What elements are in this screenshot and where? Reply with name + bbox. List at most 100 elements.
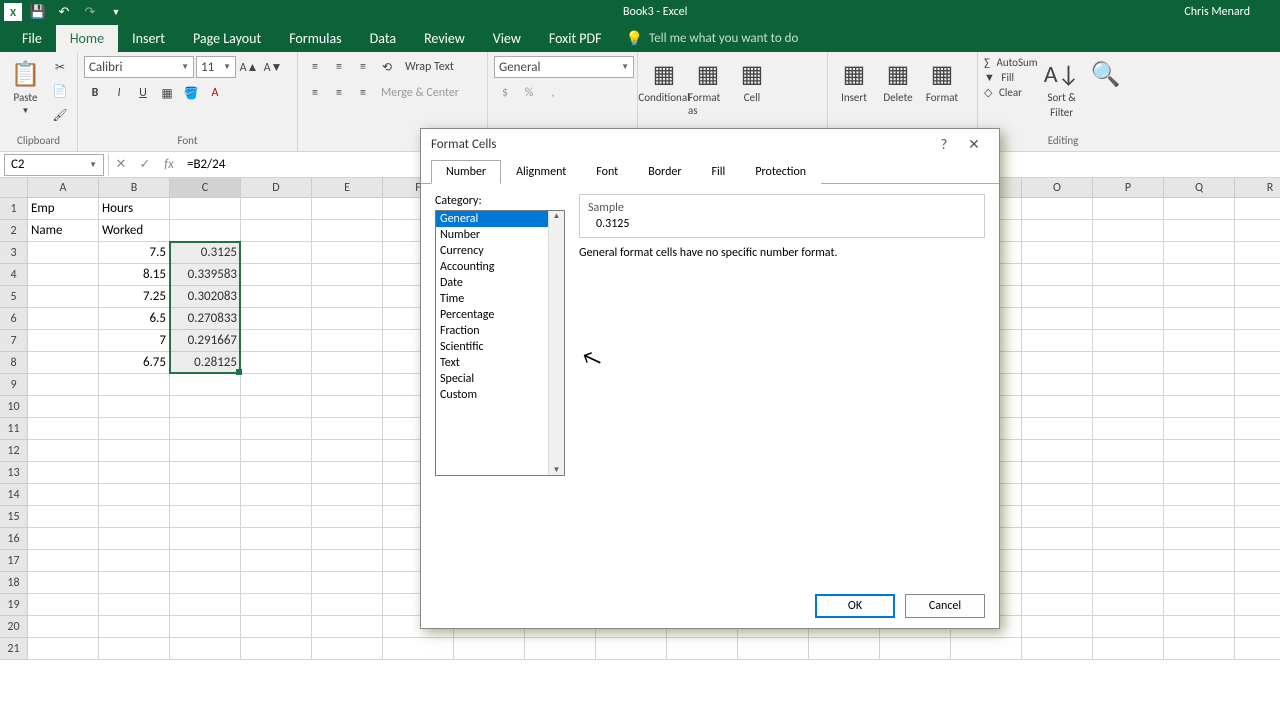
redo-icon[interactable]: ↷ [80, 2, 100, 22]
cell[interactable] [1022, 506, 1093, 528]
underline-button[interactable]: U [132, 82, 154, 104]
cell[interactable] [1235, 616, 1280, 638]
cell[interactable] [170, 616, 241, 638]
cell[interactable] [738, 638, 809, 660]
cell[interactable] [880, 638, 951, 660]
cell[interactable] [99, 528, 170, 550]
align-top-icon[interactable]: ≡ [304, 56, 326, 78]
dialog-titlebar[interactable]: Format Cells ? ✕ [421, 129, 999, 159]
currency-icon[interactable]: $ [494, 82, 516, 104]
category-item[interactable]: Text [436, 355, 564, 371]
cell[interactable] [1022, 638, 1093, 660]
cell[interactable] [1022, 528, 1093, 550]
delete-cells-button[interactable]: ▦Delete [878, 56, 918, 104]
row-header[interactable]: 5 [0, 286, 28, 308]
cell[interactable] [241, 198, 312, 220]
cell[interactable] [1093, 264, 1164, 286]
category-listbox[interactable]: GeneralNumberCurrencyAccountingDateTimeP… [435, 210, 565, 476]
cell[interactable] [1235, 462, 1280, 484]
cell[interactable]: 6.75 [99, 352, 170, 374]
cell[interactable]: Worked [99, 220, 170, 242]
cell[interactable]: 0.3125 [170, 242, 241, 264]
cell[interactable] [241, 242, 312, 264]
cell[interactable] [312, 550, 383, 572]
cell[interactable] [312, 616, 383, 638]
qat-customize-icon[interactable]: ▼ [106, 2, 126, 22]
cell[interactable] [1022, 572, 1093, 594]
cell[interactable] [1235, 198, 1280, 220]
cell[interactable] [1235, 264, 1280, 286]
cell[interactable] [1235, 396, 1280, 418]
italic-button[interactable]: I [108, 82, 130, 104]
cell[interactable] [1164, 286, 1235, 308]
name-box[interactable]: C2▼ [4, 154, 104, 176]
category-item[interactable]: Currency [436, 243, 564, 259]
cell[interactable] [312, 308, 383, 330]
cell[interactable] [1164, 330, 1235, 352]
cell[interactable] [1022, 220, 1093, 242]
cell[interactable] [1093, 506, 1164, 528]
cell[interactable] [1235, 638, 1280, 660]
cell[interactable] [28, 264, 99, 286]
cell[interactable] [241, 484, 312, 506]
scroll-up-icon[interactable]: ▲ [553, 211, 561, 221]
cell[interactable] [1164, 198, 1235, 220]
cell[interactable] [170, 440, 241, 462]
cell[interactable] [28, 286, 99, 308]
cell[interactable] [99, 374, 170, 396]
cell[interactable] [28, 418, 99, 440]
row-header[interactable]: 20 [0, 616, 28, 638]
cell[interactable] [241, 396, 312, 418]
cell[interactable] [241, 440, 312, 462]
cell[interactable] [1164, 396, 1235, 418]
cell[interactable] [1164, 220, 1235, 242]
cell[interactable] [99, 550, 170, 572]
cell[interactable] [1022, 616, 1093, 638]
cell[interactable]: 7.5 [99, 242, 170, 264]
cell[interactable] [28, 352, 99, 374]
font-color-button[interactable]: A [204, 82, 226, 104]
cell[interactable] [241, 506, 312, 528]
cell[interactable] [312, 396, 383, 418]
cell[interactable] [383, 638, 454, 660]
cell[interactable] [1022, 462, 1093, 484]
format-cells-button[interactable]: ▦Format [922, 56, 962, 104]
dialog-tab-font[interactable]: Font [581, 160, 633, 184]
column-header[interactable]: D [241, 178, 312, 198]
cell[interactable] [1164, 572, 1235, 594]
cell[interactable] [1235, 572, 1280, 594]
category-item[interactable]: Fraction [436, 323, 564, 339]
cell[interactable] [241, 572, 312, 594]
autosum-button[interactable]: ∑ AutoSum [984, 56, 1038, 69]
row-header[interactable]: 14 [0, 484, 28, 506]
cell[interactable] [312, 352, 383, 374]
cell[interactable] [1093, 220, 1164, 242]
cell[interactable]: 8.15 [99, 264, 170, 286]
cell[interactable]: 0.270833 [170, 308, 241, 330]
cell[interactable] [1093, 198, 1164, 220]
row-header[interactable]: 12 [0, 440, 28, 462]
row-header[interactable]: 17 [0, 550, 28, 572]
cell[interactable] [1022, 440, 1093, 462]
row-header[interactable]: 7 [0, 330, 28, 352]
cell[interactable] [99, 616, 170, 638]
cell[interactable] [28, 506, 99, 528]
row-header[interactable]: 4 [0, 264, 28, 286]
row-header[interactable]: 16 [0, 528, 28, 550]
dialog-help-icon[interactable]: ? [929, 130, 959, 158]
cell[interactable] [1093, 352, 1164, 374]
row-header[interactable]: 8 [0, 352, 28, 374]
cell[interactable] [1235, 506, 1280, 528]
cell[interactable] [28, 374, 99, 396]
cell[interactable] [241, 308, 312, 330]
cell[interactable] [1235, 594, 1280, 616]
cell[interactable] [1022, 418, 1093, 440]
cell[interactable] [241, 220, 312, 242]
column-header[interactable]: A [28, 178, 99, 198]
align-middle-icon[interactable]: ≡ [328, 56, 350, 78]
cell[interactable] [1093, 638, 1164, 660]
enter-formula-icon[interactable]: ✓ [133, 154, 157, 176]
cell[interactable]: 0.339583 [170, 264, 241, 286]
cell[interactable] [1022, 308, 1093, 330]
cell[interactable] [1093, 572, 1164, 594]
